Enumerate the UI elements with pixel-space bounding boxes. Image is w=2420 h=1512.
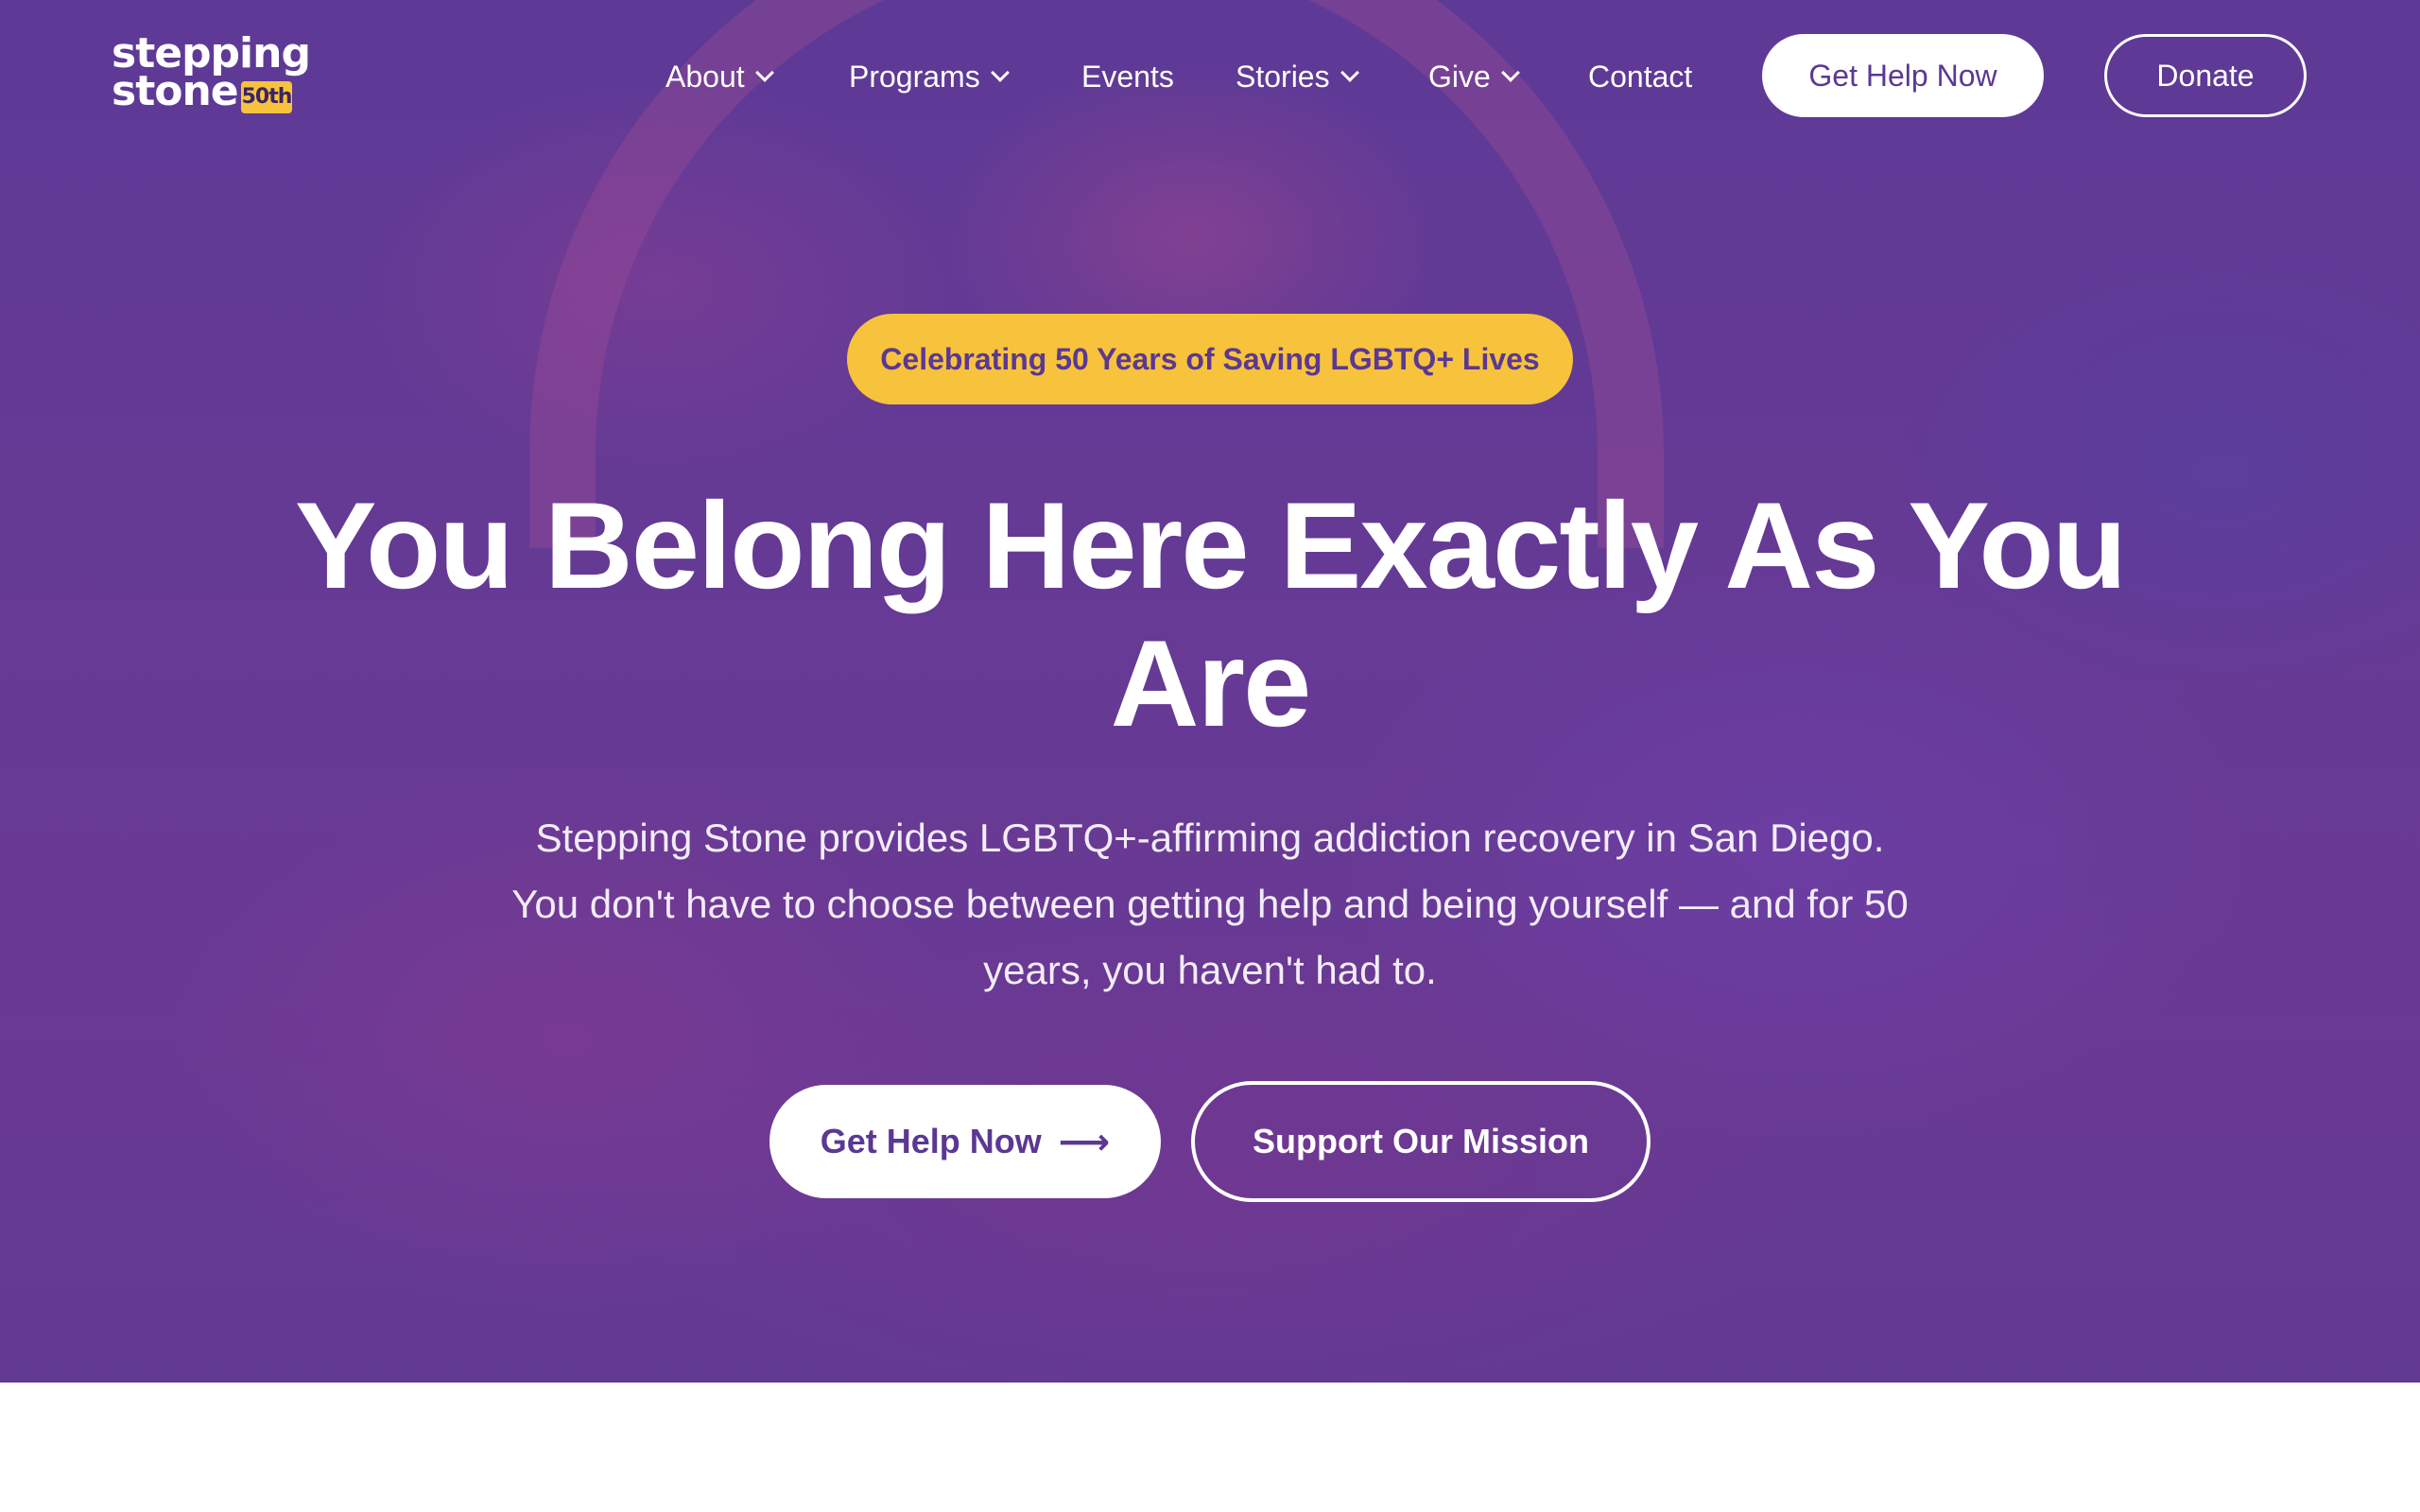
nav-item-label: Programs: [849, 60, 980, 94]
site-header: stepping stone 50th About Programs Event…: [0, 0, 2420, 151]
nav-item-stories[interactable]: Stories: [1236, 53, 1359, 100]
nav-item-events[interactable]: Events: [1081, 53, 1174, 100]
nav-item-label: Contact: [1588, 60, 1693, 94]
nav-item-label: Stories: [1236, 60, 1330, 94]
chevron-down-icon: [1500, 63, 1520, 82]
header-donate-button[interactable]: Donate: [2104, 34, 2307, 117]
hero-section: stepping stone 50th About Programs Event…: [0, 0, 2420, 1383]
nav-item-programs[interactable]: Programs: [849, 53, 1010, 100]
arrow-right-icon: ⟶: [1058, 1123, 1111, 1162]
hero-headline: You Belong Here Exactly As You Are: [294, 476, 2127, 752]
nav-item-about[interactable]: About: [666, 53, 774, 100]
nav-item-label: About: [666, 60, 745, 94]
nav-item-label: Give: [1428, 60, 1491, 94]
anniversary-badge: Celebrating 50 Years of Saving LGBTQ+ Li…: [847, 314, 1573, 404]
logo-anniversary-badge: 50th: [241, 81, 292, 113]
header-get-help-button[interactable]: Get Help Now: [1762, 34, 2044, 117]
site-logo[interactable]: stepping stone 50th: [112, 32, 311, 127]
logo-text-line2: stone: [112, 67, 239, 115]
chevron-down-icon: [754, 63, 774, 82]
support-mission-button[interactable]: Support Our Mission: [1191, 1081, 1651, 1202]
chevron-down-icon: [1340, 63, 1359, 82]
chevron-down-icon: [990, 63, 1010, 82]
hero-get-help-button[interactable]: Get Help Now ⟶: [769, 1085, 1161, 1198]
nav-item-contact[interactable]: Contact: [1588, 53, 1692, 100]
nav-item-label: Events: [1081, 60, 1174, 94]
hero-subtext: Stepping Stone provides LGBTQ+-affirming…: [511, 816, 1909, 992]
nav-item-give[interactable]: Give: [1428, 53, 1520, 100]
hero-get-help-label: Get Help Now: [820, 1122, 1042, 1160]
